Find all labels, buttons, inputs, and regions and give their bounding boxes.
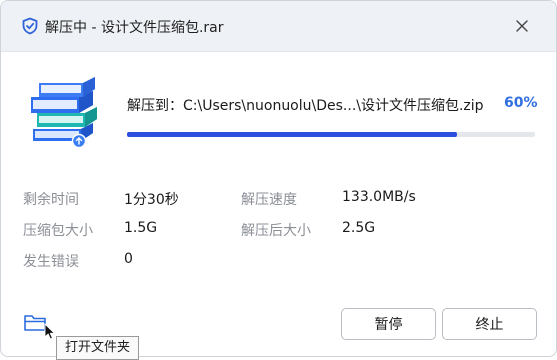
speed-value: 133.0MB/s	[342, 189, 416, 205]
speed-label: 解压速度	[241, 192, 297, 208]
open-folder-tooltip: 打开文件夹	[56, 336, 140, 360]
errors-value: 0	[124, 251, 133, 267]
mouse-pointer-icon	[44, 323, 56, 341]
progress-percent: 60%	[504, 95, 538, 111]
pause-button[interactable]: 暂停	[341, 308, 436, 340]
extracted-size-label: 解压后大小	[241, 223, 311, 239]
progress-bar	[127, 132, 535, 137]
close-icon	[516, 20, 528, 32]
title-bar: 解压中 - 设计文件压缩包.rar	[1, 1, 556, 52]
shield-check-icon	[21, 17, 39, 35]
book-stack-illustration	[23, 71, 113, 149]
extracted-size-value: 2.5G	[342, 220, 376, 236]
errors-label: 发生错误	[23, 254, 79, 270]
extract-dialog: 解压中 - 设计文件压缩包.rar 解压到：C:\Users\nuonuolu\…	[0, 0, 557, 357]
remaining-time-label: 剩余时间	[23, 192, 79, 208]
archive-size-label: 压缩包大小	[23, 223, 93, 239]
window-title: 解压中 - 设计文件压缩包.rar	[45, 20, 224, 36]
extract-path: 解压到：C:\Users\nuonuolu\Des...\设计文件压缩包.zip	[127, 98, 484, 114]
progress-bar-fill	[127, 132, 458, 137]
archive-size-value: 1.5G	[124, 220, 158, 236]
stop-button[interactable]: 终止	[442, 308, 537, 340]
remaining-time-value: 1分30秒	[124, 192, 179, 208]
close-button[interactable]	[507, 11, 537, 41]
